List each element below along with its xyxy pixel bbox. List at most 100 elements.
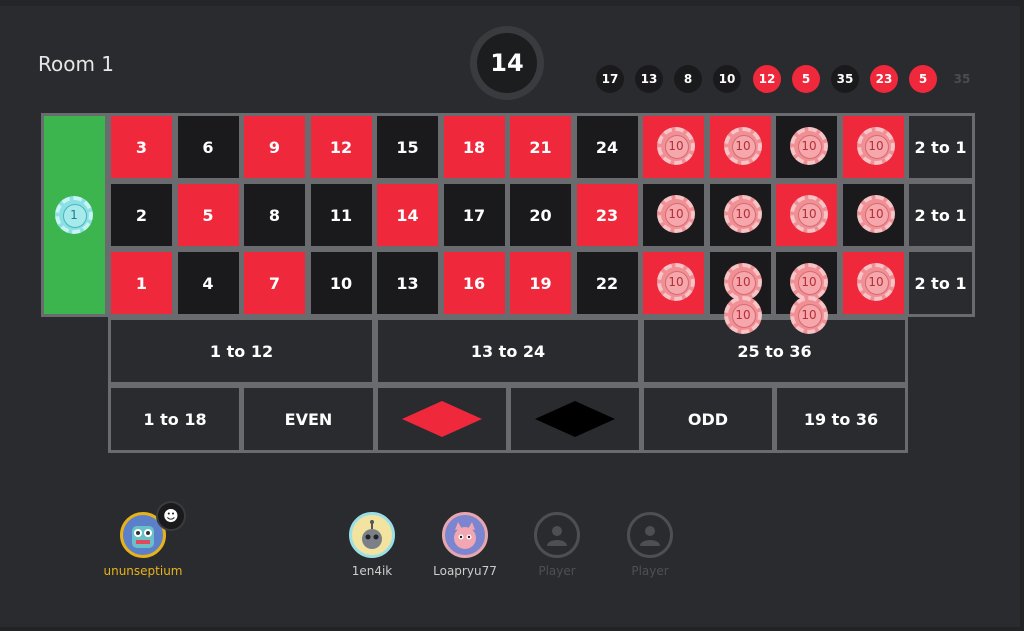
chip-value: 10 [735,139,751,153]
chip-value: 10 [868,275,884,289]
chip[interactable]: 10 [657,195,695,233]
number-cell[interactable]: 19 [507,249,574,317]
history-item: 17 [596,65,624,93]
chip-value: 10 [735,308,751,322]
avatar [349,512,395,558]
chip[interactable]: 10 [657,263,695,301]
avatar [442,512,488,558]
number-cell[interactable]: 21 [507,113,574,181]
chip-value: 10 [735,275,751,289]
number-cell[interactable]: 20 [507,181,574,249]
player-seat[interactable]: Loapryu77 [415,512,515,578]
dozen-3-button[interactable]: 25 to 36 [641,317,908,385]
number-cell[interactable]: 4 [174,249,242,317]
chip-value: 10 [801,139,817,153]
column-bet-top[interactable]: 2 to 1 [906,113,975,181]
roulette-table: 3 6 9 12 15 18 21 24 2 5 8 11 14 17 20 23 1 4 7 10 13 16 19 22 … [41,113,975,453]
number-cell[interactable]: 1 [108,249,175,317]
room-title: Room 1 [38,52,115,76]
black-diamond-icon [535,401,615,437]
history-item: 35 [831,65,859,93]
chip-value: 10 [668,139,684,153]
number-cell[interactable]: 24 [573,113,641,181]
empty-seat-avatar [534,512,580,558]
chip[interactable]: 10 [857,127,895,165]
player-name: Player [538,564,576,578]
chip-value: 10 [801,207,817,221]
chip[interactable]: 10 [790,127,828,165]
chip[interactable]: 10 [790,195,828,233]
player-name: Player [631,564,669,578]
number-cell[interactable]: 14 [374,181,441,249]
high-19-to-36-button[interactable]: 19 to 36 [774,385,908,453]
number-cell[interactable]: 7 [241,249,308,317]
player-seat-empty[interactable]: Player [600,512,700,578]
chip[interactable]: 10 [657,127,695,165]
chip-value: 1 [70,208,78,222]
number-cell[interactable]: 16 [440,249,508,317]
history-item: 12 [753,65,781,93]
history-item: 13 [635,65,663,93]
player-seat-empty[interactable]: Player [507,512,607,578]
chip-value: 10 [735,207,751,221]
number-cell[interactable]: 6 [174,113,242,181]
column-bet-bottom[interactable]: 2 to 1 [906,249,975,317]
top-border [0,0,1024,6]
number-cell[interactable]: 5 [174,181,242,249]
number-cell[interactable]: 10 [307,249,375,317]
red-diamond-icon [402,401,482,437]
user-icon [640,526,660,546]
chip-stack-zero[interactable]: 1 [55,196,93,234]
chip-value: 10 [801,308,817,322]
history-item: 5 [792,65,820,93]
chip[interactable]: 10 [790,296,828,334]
chip[interactable]: 10 [724,127,762,165]
player-name: Loapryu77 [433,564,497,578]
chip-value: 10 [868,207,884,221]
chat-emoji-button[interactable]: ☻ [156,501,186,531]
history-item: 8 [674,65,702,93]
number-cell[interactable]: 23 [573,181,641,249]
cat-avatar-icon [454,522,476,549]
history-item: 23 [870,65,898,93]
chip[interactable]: 10 [724,296,762,334]
right-border [1020,0,1024,631]
history-item: 5 [909,65,937,93]
number-cell[interactable]: 22 [573,249,641,317]
current-number: 14 [477,33,537,93]
number-cell[interactable]: 17 [440,181,508,249]
black-button[interactable] [508,385,642,453]
chip-value: 10 [668,275,684,289]
player-name: ununseptium [103,564,183,578]
player-seat[interactable]: 1en4ik [322,512,422,578]
chip-value: 10 [801,275,817,289]
number-cell[interactable]: 11 [307,181,375,249]
chip[interactable]: 10 [857,195,895,233]
dog-avatar-icon [362,520,382,549]
even-button[interactable]: EVEN [241,385,376,453]
current-number-badge: 14 [470,26,544,100]
number-cell[interactable]: 3 [108,113,175,181]
number-cell[interactable]: 13 [374,249,441,317]
chip[interactable]: 10 [724,195,762,233]
smiley-icon: ☻ [163,507,179,525]
number-cell[interactable]: 18 [440,113,508,181]
history-item: 10 [713,65,741,93]
chip[interactable]: 10 [857,263,895,301]
red-button[interactable] [375,385,509,453]
odd-button[interactable]: ODD [641,385,775,453]
number-cell[interactable]: 2 [108,181,175,249]
dozen-1-button[interactable]: 1 to 12 [108,317,375,385]
number-cell[interactable]: 9 [241,113,308,181]
column-bet-middle[interactable]: 2 to 1 [906,181,975,249]
player-name: 1en4ik [351,564,393,578]
empty-seat-avatar [627,512,673,558]
number-cell[interactable]: 8 [241,181,308,249]
user-icon [547,526,567,546]
chip-value: 10 [868,139,884,153]
number-cell[interactable]: 12 [307,113,375,181]
history-item: 35 [953,72,971,86]
number-cell[interactable]: 15 [374,113,441,181]
dozen-2-button[interactable]: 13 to 24 [375,317,641,385]
low-1-to-18-button[interactable]: 1 to 18 [108,385,242,453]
